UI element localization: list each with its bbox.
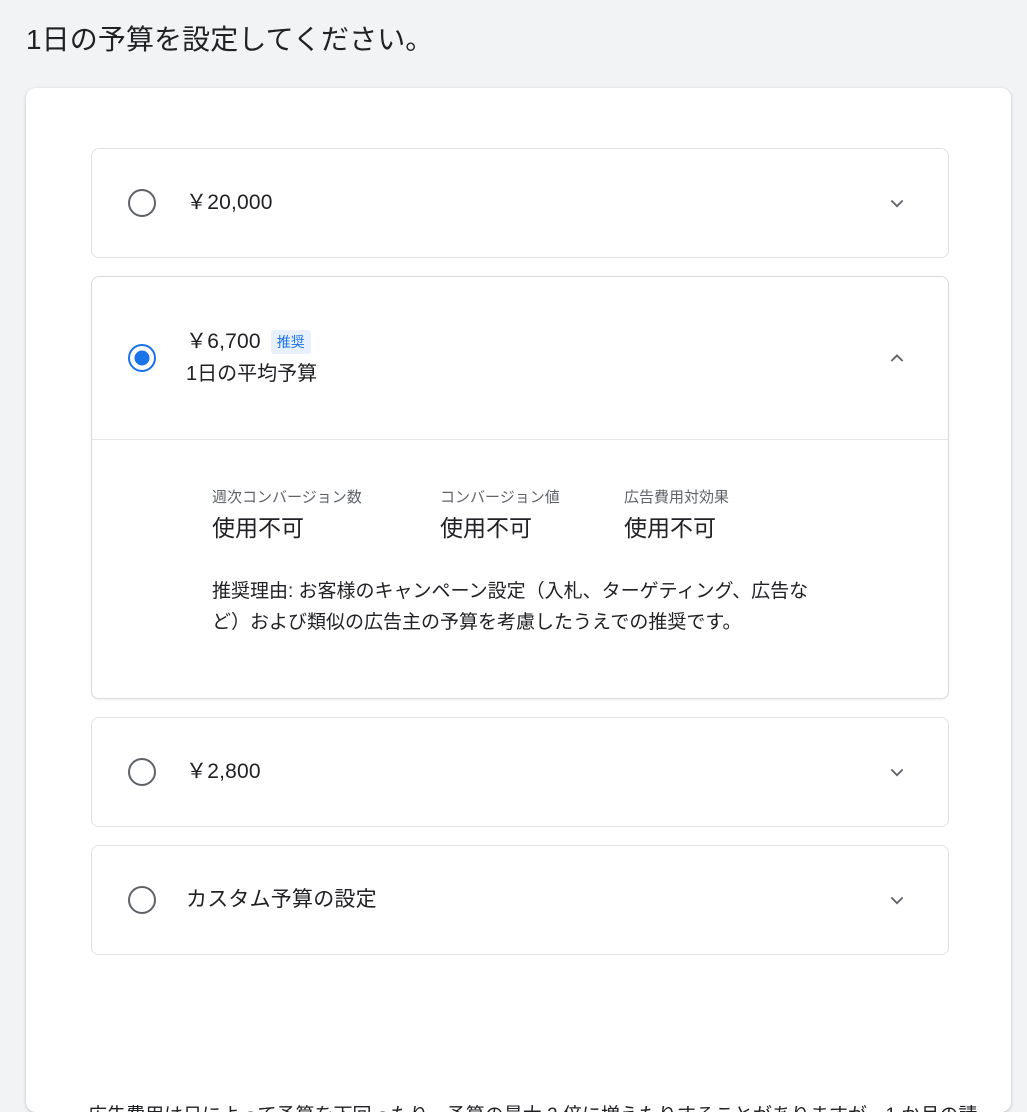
metric-label: 週次コンバージョン数: [212, 489, 362, 506]
budget-option-body-20000: ￥20,000: [186, 188, 910, 218]
metric-label: コンバージョン値: [440, 489, 560, 506]
budget-option-header-6700[interactable]: ￥6,700 推奨 1日の平均予算: [92, 277, 948, 439]
budget-option-body-6700: ￥6,700 推奨 1日の平均予算: [186, 327, 910, 389]
metric-label: 広告費用対効果: [624, 489, 730, 506]
radio-button-6700[interactable]: [128, 344, 156, 372]
metric-value: 使用不可: [624, 515, 716, 541]
budget-option-body-custom: カスタム予算の設定: [186, 885, 910, 915]
budget-amount-2800: ￥2,800: [186, 760, 261, 783]
footnote-text: 広告費用は日によって予算を下回ったり、予算の最大 2 倍に増えたりすることがあり…: [88, 1105, 977, 1112]
budget-amount-row-6700: ￥6,700 推奨: [186, 327, 910, 357]
recommended-badge: 推奨: [270, 330, 311, 354]
budget-amount-20000: ￥20,000: [186, 191, 273, 214]
budget-option-body-2800: ￥2,800: [186, 757, 910, 787]
budget-option-card-custom[interactable]: カスタム予算の設定: [91, 845, 949, 955]
metrics-row: 週次コンバージョン数 使用不可 コンバージョン値 使用不可 広告費用対効果 使用…: [212, 488, 912, 544]
budget-option-header-2800[interactable]: ￥2,800: [92, 718, 948, 826]
budget-option-detail-6700: 週次コンバージョン数 使用不可 コンバージョン値 使用不可 広告費用対効果 使用…: [92, 439, 948, 698]
budget-amount-row-custom: カスタム予算の設定: [186, 885, 910, 915]
chevron-down-icon[interactable]: [880, 186, 914, 220]
budget-selection-page: 1日の予算を設定してください。 ￥20,000 ￥6,700 推奨 1日の平均予…: [0, 0, 1027, 1112]
budget-option-card-6700[interactable]: ￥6,700 推奨 1日の平均予算 週次コンバージョン数 使用不可 コンバージョ…: [91, 276, 949, 699]
budget-amount-row-20000: ￥20,000: [186, 188, 910, 218]
budget-option-card-2800[interactable]: ￥2,800: [91, 717, 949, 827]
chevron-down-icon[interactable]: [880, 883, 914, 917]
recommendation-reason-text: 推奨理由: お客様のキャンペーン設定（入札、ターゲティング、広告など）および類似…: [212, 581, 809, 633]
metric-weekly-conversions: 週次コンバージョン数 使用不可: [212, 488, 440, 544]
budget-option-header-custom[interactable]: カスタム予算の設定: [92, 846, 948, 954]
radio-button-2800[interactable]: [128, 758, 156, 786]
budget-subtitle-6700: 1日の平均予算: [186, 363, 318, 385]
metric-value: 使用不可: [440, 515, 532, 541]
budget-option-card-20000[interactable]: ￥20,000: [91, 148, 949, 258]
chevron-up-icon[interactable]: [880, 341, 914, 375]
budget-footnote: 広告費用は日によって予算を下回ったり、予算の最大 2 倍に増えたりすることがあり…: [88, 1100, 978, 1112]
budget-option-header-20000[interactable]: ￥20,000: [92, 149, 948, 257]
budget-amount-6700: ￥6,700: [186, 330, 261, 353]
custom-budget-label: カスタム予算の設定: [186, 888, 377, 911]
chevron-down-icon[interactable]: [880, 755, 914, 789]
radio-button-custom[interactable]: [128, 886, 156, 914]
budget-options-list: ￥20,000 ￥6,700 推奨 1日の平均予算 週次コンバージョン数 使用不…: [91, 148, 949, 973]
metric-conversion-value: コンバージョン値 使用不可: [440, 488, 624, 544]
budget-panel: ￥20,000 ￥6,700 推奨 1日の平均予算 週次コンバージョン数 使用不…: [26, 88, 1011, 1112]
page-title: 1日の予算を設定してください。: [26, 24, 434, 55]
budget-amount-row-2800: ￥2,800: [186, 757, 910, 787]
metric-roas: 広告費用対効果 使用不可: [624, 488, 729, 544]
metric-value: 使用不可: [212, 515, 304, 541]
radio-button-20000[interactable]: [128, 189, 156, 217]
